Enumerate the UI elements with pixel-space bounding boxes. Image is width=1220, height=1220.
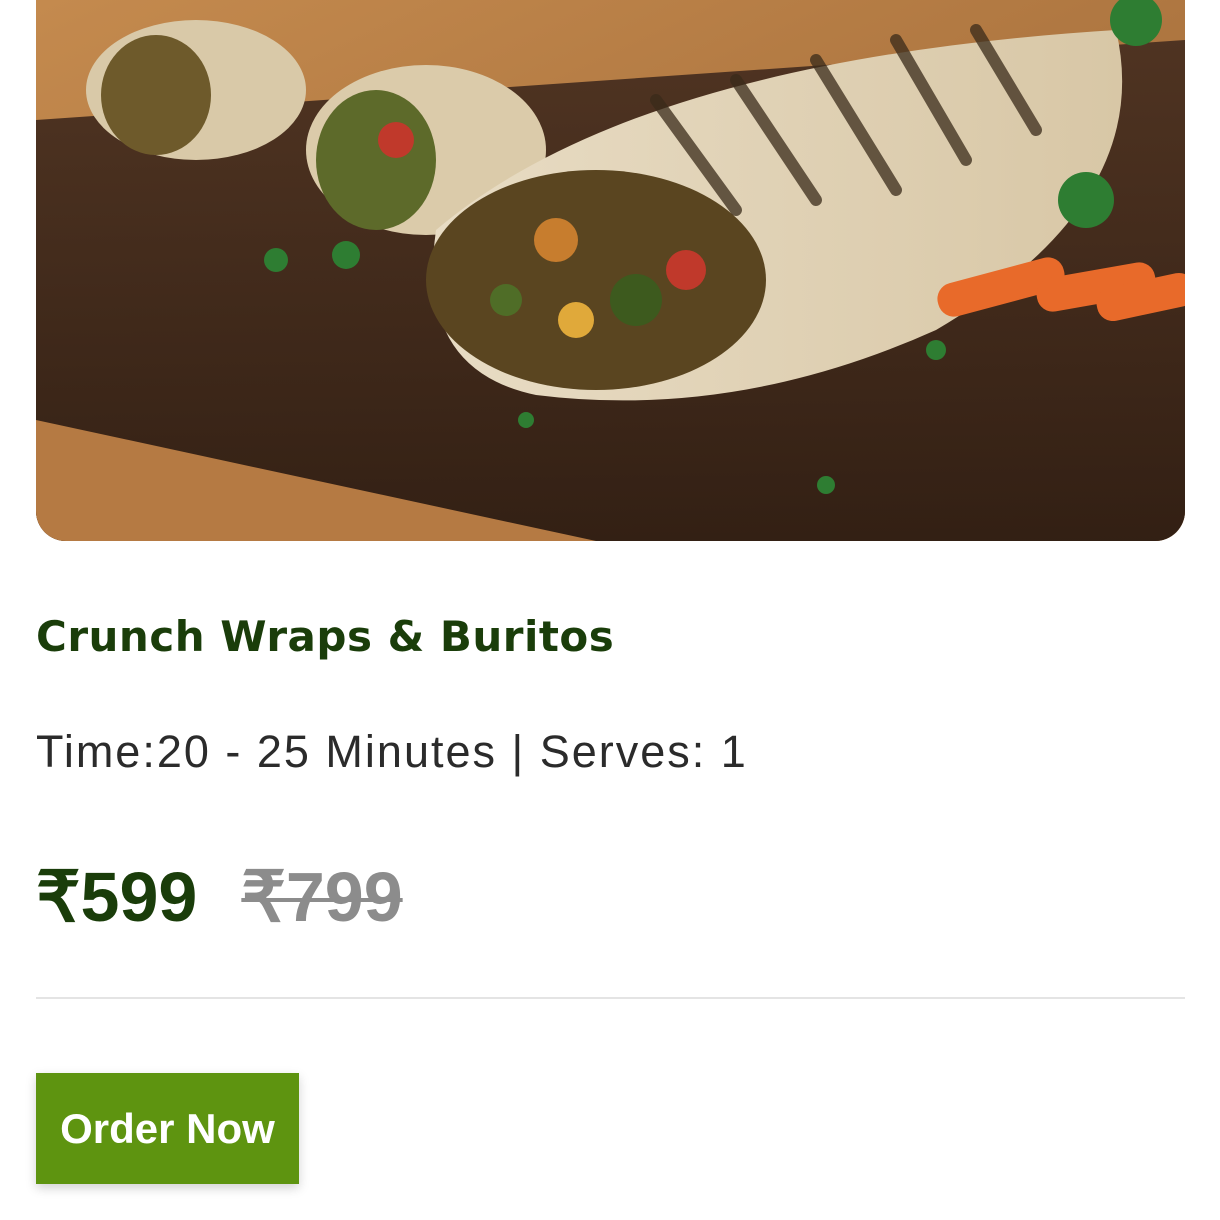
order-now-button[interactable]: Order Now [36,1073,299,1184]
product-title: Crunch Wraps & Buritos [36,612,615,661]
divider [36,997,1185,999]
wrap-photo-illustration [36,0,1185,541]
original-price: ₹799 [241,858,403,936]
product-meta: Time:20 - 25 Minutes | Serves: 1 [36,726,748,777]
current-price: ₹599 [36,858,198,936]
price-row: ₹599 ₹799 [36,856,403,938]
product-card: Crunch Wraps & Buritos Time:20 - 25 Minu… [0,0,1220,1220]
product-image [36,0,1185,541]
